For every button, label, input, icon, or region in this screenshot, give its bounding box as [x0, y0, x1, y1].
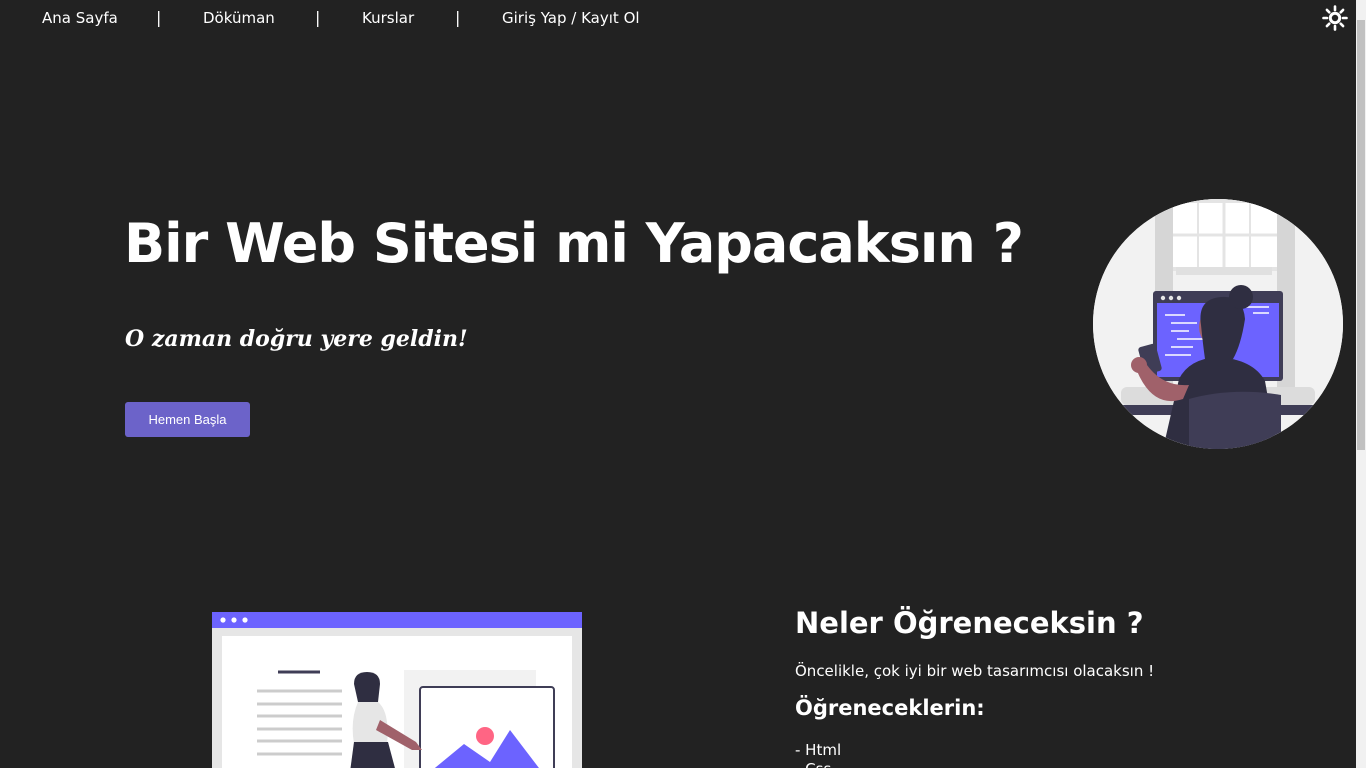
learn-section-subheading: Öğreneceklerin: — [795, 696, 985, 720]
nav-link-login-register[interactable]: Giriş Yap / Kayıt Ol — [502, 9, 640, 27]
nav-link-docs[interactable]: Döküman — [203, 9, 275, 27]
woman-coding-illustration — [1093, 199, 1343, 449]
learn-section-intro: Öncelikle, çok iyi bir web tasarımcısı o… — [795, 662, 1155, 680]
sun-icon — [1322, 5, 1348, 31]
nav-separator: | — [315, 8, 321, 27]
hero-subtitle: O zaman doğru yere geldin! — [125, 326, 468, 352]
scrollbar-thumb[interactable] — [1357, 20, 1365, 450]
list-item: - Html — [795, 741, 842, 759]
website-builder-illustration — [212, 612, 582, 768]
nav-separator: | — [156, 8, 162, 27]
navbar: Ana Sayfa | Döküman | Kurslar | Giriş Ya… — [0, 0, 1366, 38]
page: Ana Sayfa | Döküman | Kurslar | Giriş Ya… — [0, 0, 1366, 768]
nav-link-courses[interactable]: Kurslar — [362, 9, 414, 27]
hero-title: Bir Web Sitesi mi Yapacaksın ? — [124, 212, 1024, 275]
theme-toggle-button[interactable] — [1322, 5, 1348, 31]
get-started-button[interactable]: Hemen Başla — [125, 402, 250, 437]
nav-link-home[interactable]: Ana Sayfa — [42, 9, 118, 27]
list-item: - Css — [795, 760, 841, 768]
learn-topics-list: - Html - Css — [795, 741, 841, 768]
page-scrollbar[interactable] — [1356, 0, 1366, 768]
nav-separator: | — [455, 8, 461, 27]
learn-section-title: Neler Öğreneceksin ? — [795, 606, 1144, 640]
